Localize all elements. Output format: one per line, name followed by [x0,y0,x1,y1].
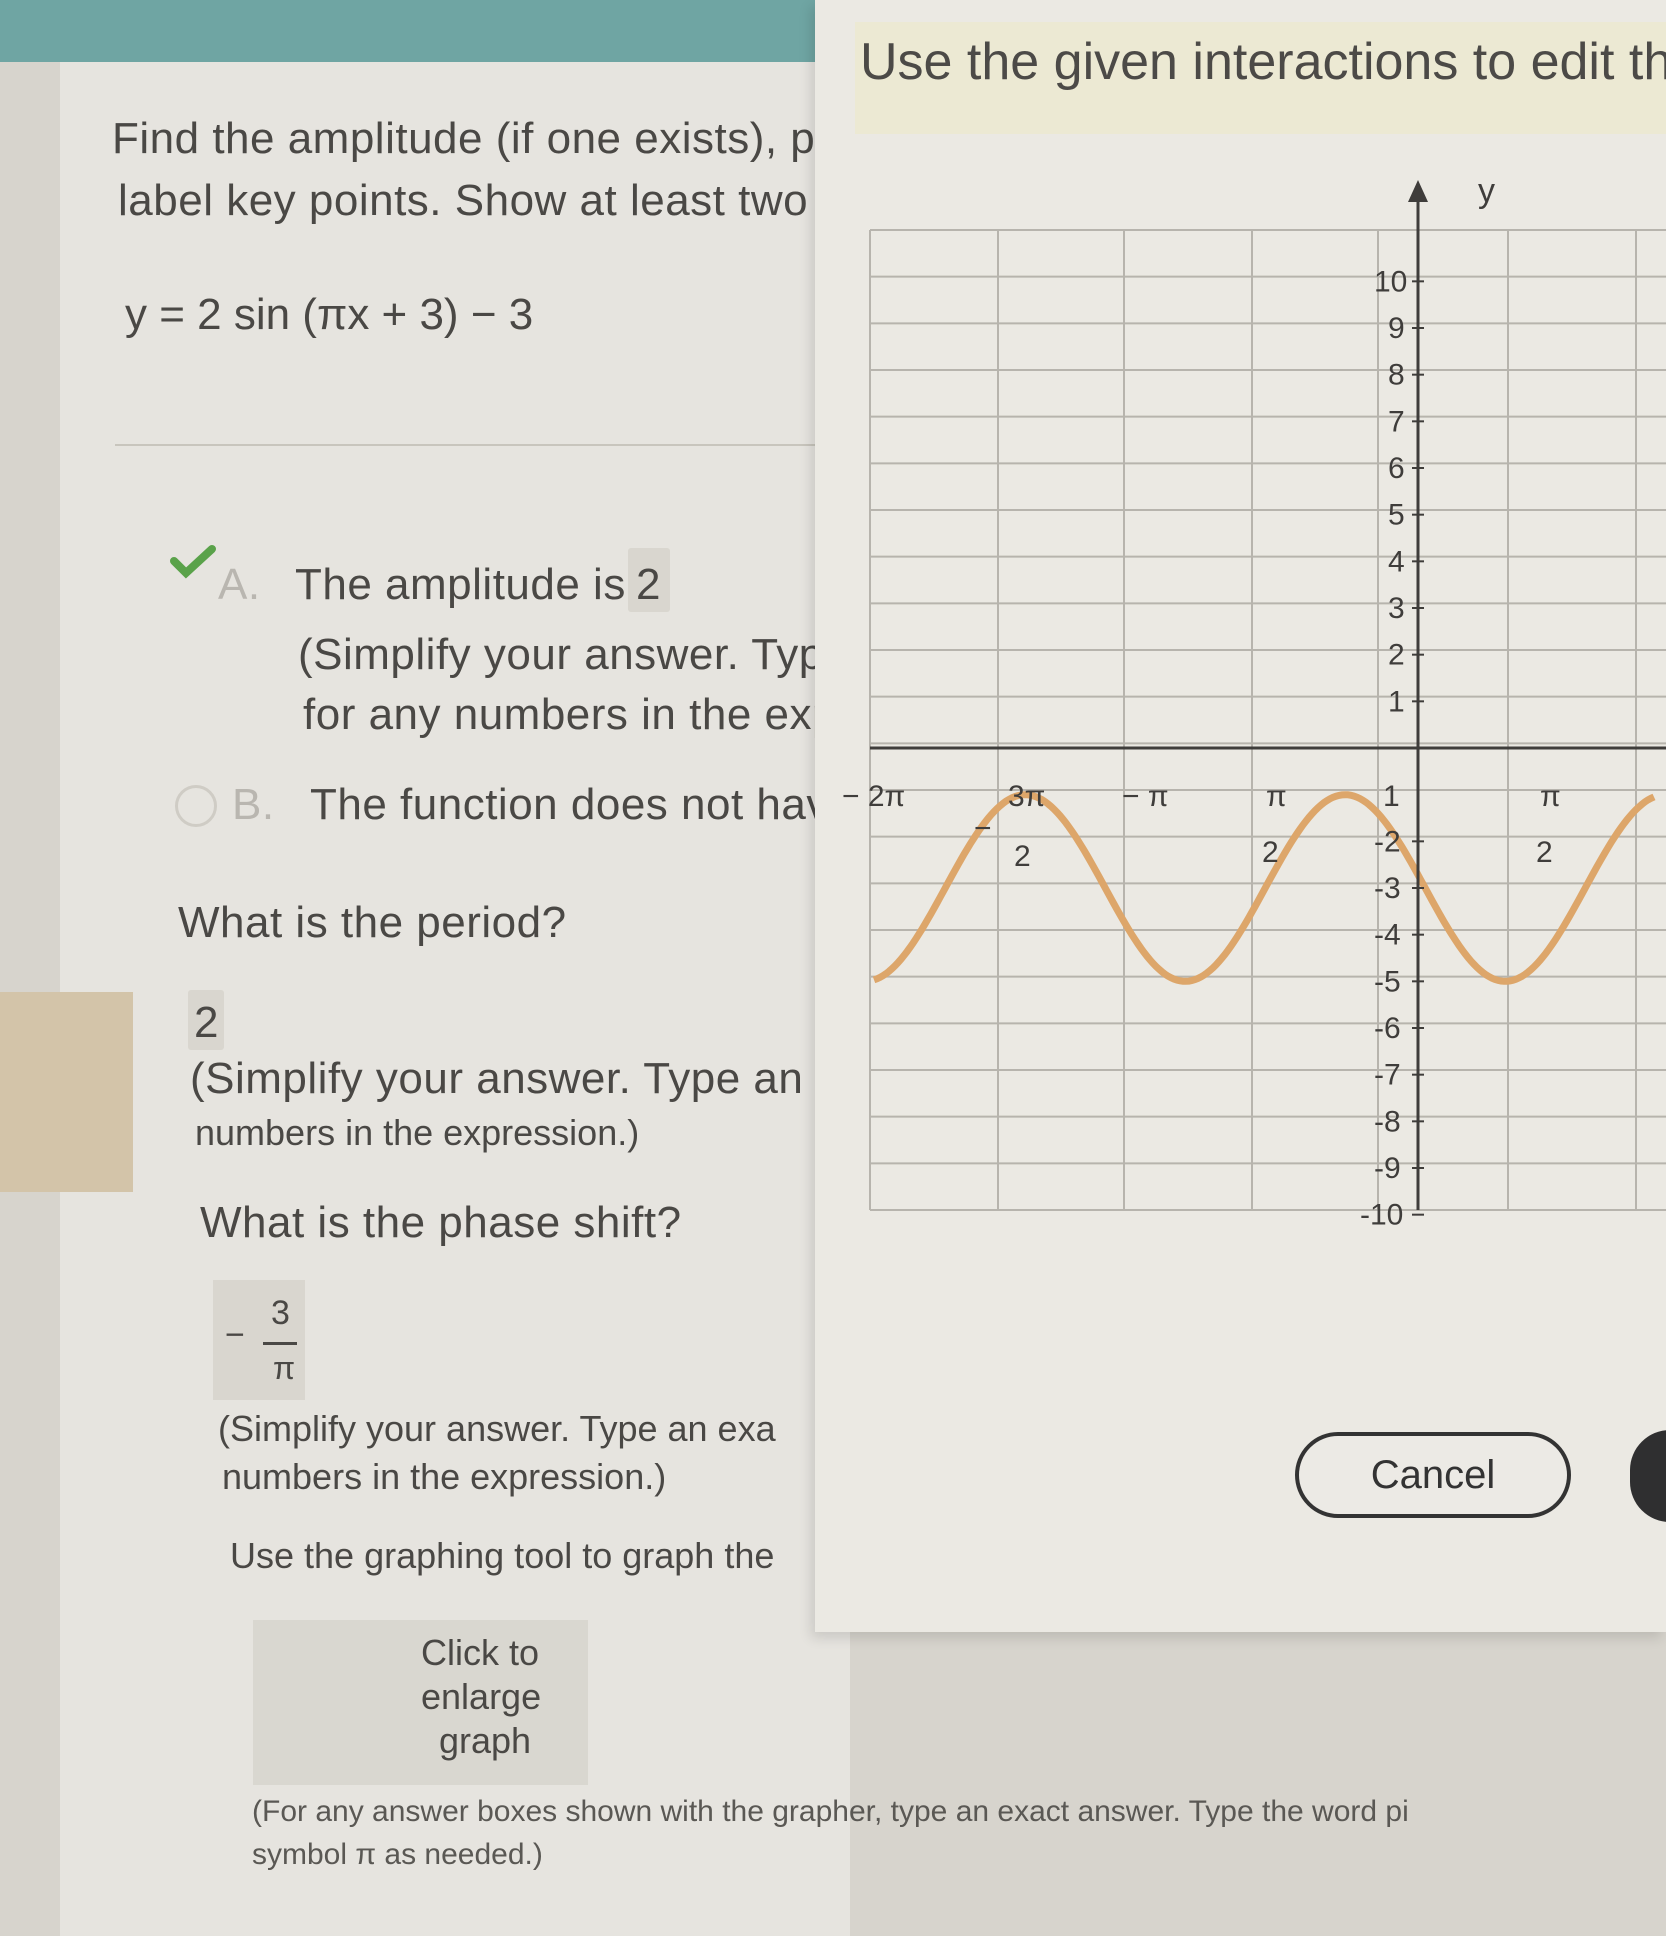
y-tick-label: 2 [1388,639,1405,672]
y-tick-label: 6 [1388,452,1405,485]
y-tick-label: -6 [1374,1012,1401,1045]
x-label-1: 1 [1383,780,1400,813]
y-tick-label: 5 [1388,499,1405,532]
x-label-3pi-den: 2 [1014,840,1031,873]
x-label-pi2-den: 2 [1262,836,1279,869]
y-axis-label: y [1478,172,1495,210]
y-tick-label: 4 [1388,545,1405,578]
x-label-neg-pi: − π [1122,780,1169,813]
x-label-3pi-num: 3π [1008,780,1045,813]
y-tick-label: 3 [1388,592,1405,625]
x-tick-labels: − 2π 3π − 2 − π π 2 1 π 2 [842,780,1561,873]
y-tick-label: 8 [1388,359,1405,392]
x-label-pi2b-num: π [1540,780,1561,813]
y-tick-label: -8 [1374,1105,1401,1138]
y-tick-label: -4 [1374,919,1401,952]
y-tick-label: 1 [1388,685,1405,718]
y-tick-label: -7 [1374,1059,1401,1092]
cancel-button[interactable]: Cancel [1295,1432,1571,1518]
grid [869,229,1666,1211]
y-tick-label: -9 [1374,1152,1401,1185]
y-tick-label: -2 [1374,825,1401,858]
x-label-pi2b-den: 2 [1536,836,1553,869]
y-tick-label: -10 [1360,1199,1403,1232]
x-label-pi2-num: π [1266,780,1287,813]
y-tick-label: -3 [1374,872,1401,905]
y-tick-label: 7 [1388,405,1405,438]
graph-canvas[interactable]: y 10987654321-2-3-4-5-6-7-8-9-10 − 2π 3π… [0,0,1666,1936]
y-axis-arrow [1408,180,1428,202]
x-label-neg-2pi: − 2π [842,780,905,813]
y-tick-label: 9 [1388,312,1405,345]
y-tick-label: 10 [1374,265,1407,298]
x-label-3pi-minus: − [974,812,992,845]
axes [870,180,1666,1210]
y-tick-label: -5 [1374,965,1401,998]
